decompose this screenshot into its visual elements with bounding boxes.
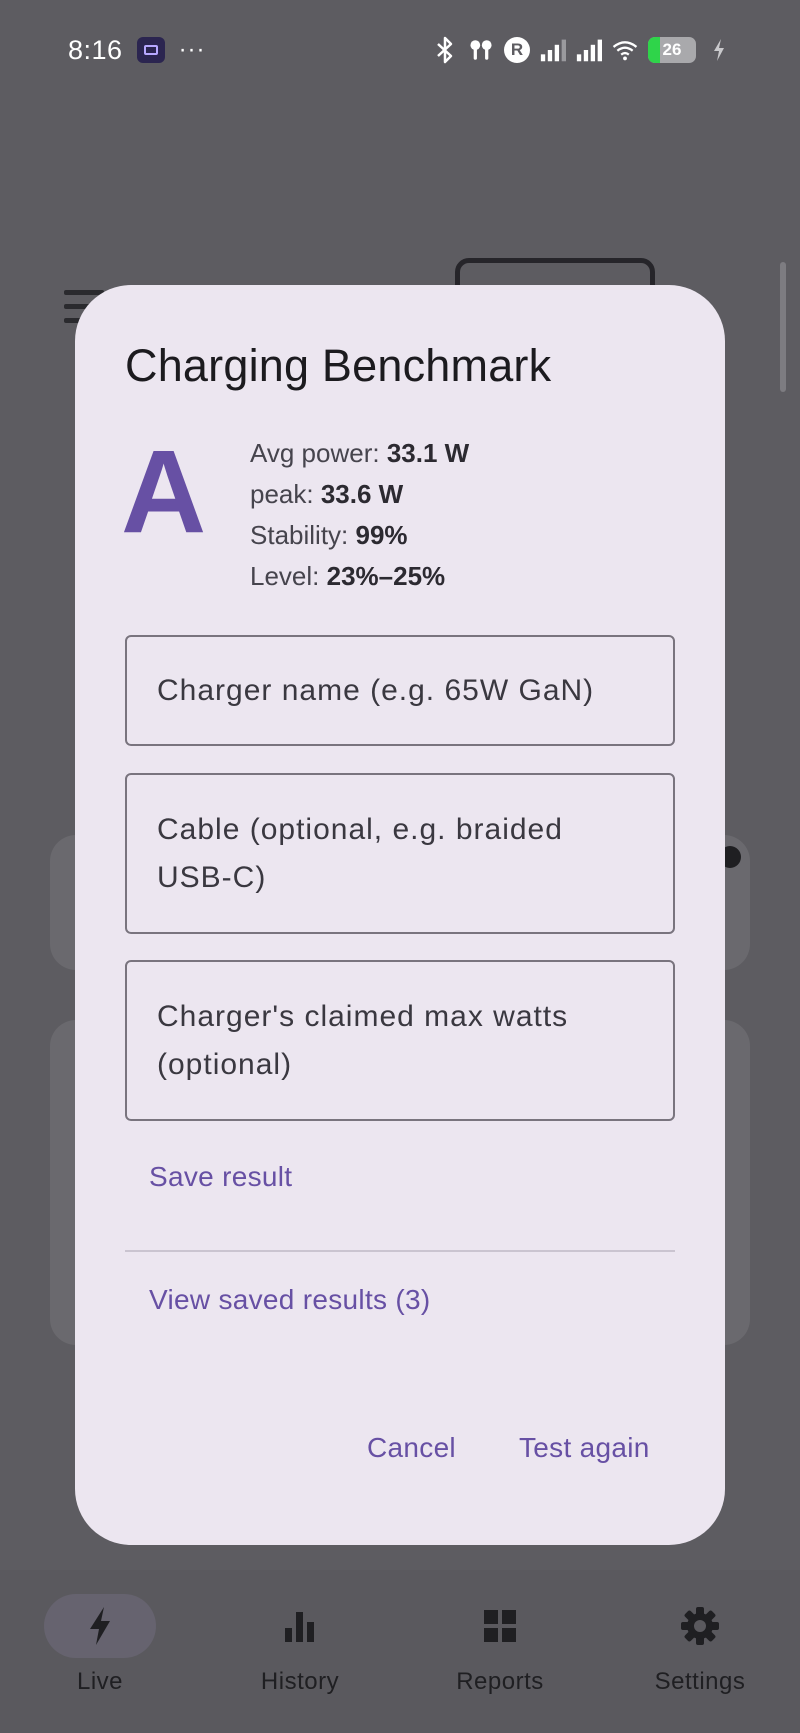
nav-item-reports[interactable]: Reports [405,1594,595,1733]
stability-value: 99% [355,520,408,550]
level-row: Level: 23%–25% [250,561,446,591]
avg-power-row: Avg power: 33.1 W [250,438,470,468]
charger-name-placeholder: Charger name (e.g. 65W GaN) [157,673,595,707]
avg-power-value: 33.1 W [386,438,470,468]
divider [125,1250,675,1252]
view-saved-results-button[interactable]: View saved results (3) [149,1284,431,1316]
nav-item-history[interactable]: History [205,1594,395,1733]
nav-label: Settings [654,1668,746,1695]
test-again-button[interactable]: Test again [519,1432,650,1464]
save-result-button[interactable]: Save result [149,1161,292,1193]
nav-item-settings[interactable]: Settings [605,1594,795,1733]
gear-icon [644,1594,756,1658]
grade-badge: A [121,426,207,558]
claimed-watts-placeholder: Charger's claimed max watts (optional) [157,999,569,1081]
cancel-button[interactable]: Cancel [367,1432,456,1464]
level-value: 23%–25% [326,561,446,591]
scrollbar [780,262,786,392]
charger-name-field[interactable]: Charger name (e.g. 65W GaN) [125,635,675,746]
stability-row: Stability: 99% [250,520,408,550]
dialog-title: Charging Benchmark [125,340,552,391]
claimed-watts-field[interactable]: Charger's claimed max watts (optional) [125,960,675,1121]
nav-label: Live [76,1668,124,1695]
bolt-icon [44,1594,156,1658]
grid-icon [444,1594,556,1658]
nav-label: History [260,1668,340,1695]
charging-benchmark-dialog: Charging Benchmark A Avg power: 33.1 W p… [75,285,725,1545]
cable-field[interactable]: Cable (optional, e.g. braided USB-C) [125,773,675,934]
peak-row: peak: 33.6 W [250,479,404,509]
nav-label: Reports [456,1668,544,1695]
benchmark-stats: Avg power: 33.1 W peak: 33.6 W Stability… [250,433,469,597]
nav-item-live[interactable]: Live [5,1594,195,1733]
bar-chart-icon [244,1594,356,1658]
peak-value: 33.6 W [320,479,404,509]
cable-placeholder: Cable (optional, e.g. braided USB-C) [157,812,563,894]
bottom-navigation: Live History Reports Settings [0,1570,800,1733]
